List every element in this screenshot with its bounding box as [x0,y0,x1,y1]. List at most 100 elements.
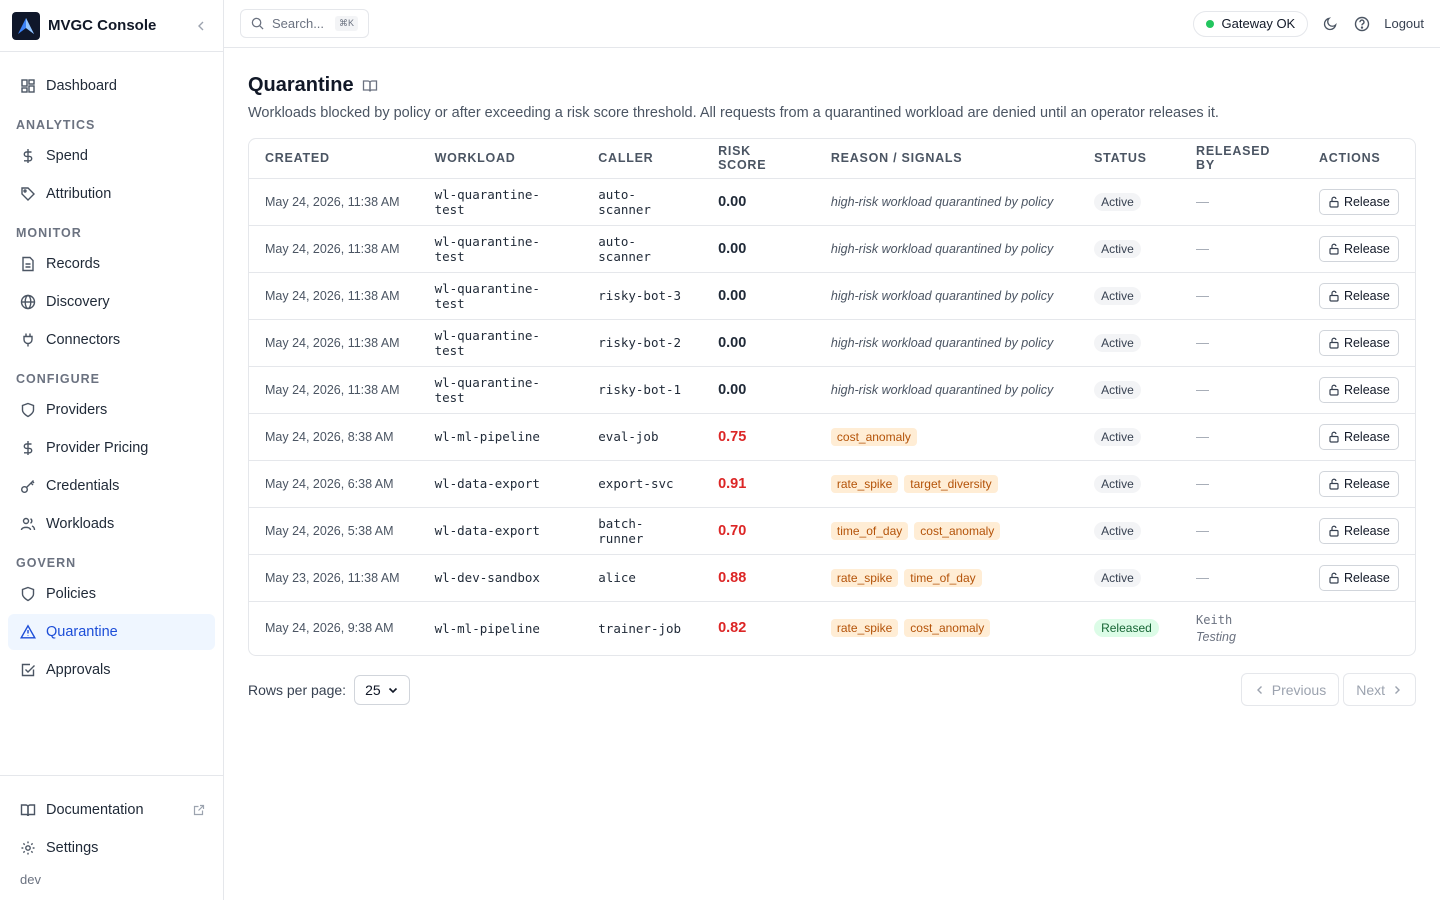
risk-score: 0.00 [718,334,747,351]
sidebar-item-label: Documentation [46,802,144,818]
table-row: May 24, 2026, 6:38 AM wl-data-export expor… [249,460,1415,508]
column-header: ACTIONS [1302,139,1415,179]
reason-cell: rate_spike target_diversity [814,460,1079,508]
sidebar-item-spend[interactable]: Spend [8,138,215,174]
status-dot [1205,19,1214,28]
collapse-sidebar-icon[interactable] [191,16,211,36]
column-header: REASON / SIGNALS [814,139,1079,179]
signal-tag: rate_spike [830,474,899,493]
release-button[interactable]: Release [1318,517,1399,544]
previous-page-button[interactable]: Previous [1240,673,1340,706]
sidebar-item-quarantine[interactable]: Quarantine [8,614,215,650]
workload-cell: wl-data-export [418,507,583,555]
shield-icon [18,584,38,604]
workload-id: wl-quarantine-test [434,186,540,217]
release-button[interactable]: Release [1318,423,1399,450]
rows-per-page-select[interactable]: 25 [354,674,411,705]
sidebar-item-discovery[interactable]: Discovery [8,284,215,320]
caller-cell: batch-runner [582,507,703,555]
release-button[interactable]: Release [1318,188,1399,215]
sidebar-item-provider-pricing[interactable]: Provider Pricing [8,430,215,466]
chevron-right-icon [1391,684,1403,696]
help-circle-icon[interactable] [1352,14,1372,34]
workload-id: wl-quarantine-test [434,280,540,311]
column-header: CALLER [582,139,703,179]
column-header: RISK SCORE [702,139,815,179]
logout-button[interactable]: Logout [1384,16,1424,31]
released-by-empty: — [1196,288,1210,303]
rows-per-page-label: Rows per page: [248,681,347,698]
globe-icon [18,292,38,312]
status-cell: Active [1078,460,1181,508]
risk-score: 0.82 [718,620,747,637]
caller-id: trainer-job [598,620,682,636]
release-button[interactable]: Release [1318,235,1399,262]
sidebar-item-workloads[interactable]: Workloads [8,506,215,542]
gear-icon [18,838,38,858]
reason-text: high-risk workload quarantined by policy [830,383,1054,397]
sidebar-item-label: Workloads [46,516,115,532]
release-button[interactable]: Release [1318,282,1399,309]
reason-text: high-risk workload quarantined by policy [830,242,1054,256]
workload-id: wl-quarantine-test [434,327,540,358]
sidebar-item-label: Connectors [46,332,121,348]
actions-cell: Release [1302,319,1415,367]
risk-score: 0.00 [718,287,747,304]
sidebar-item-records[interactable]: Records [8,246,215,282]
workload-id: wl-quarantine-test [434,374,540,405]
caller-cell: alice [582,554,703,602]
created-date: May 24, 2026, 11:38 AM [265,288,400,303]
released-by-empty: — [1196,476,1210,491]
status-cell: Active [1078,507,1181,555]
release-label: Release [1343,288,1390,303]
status-badge: Active [1094,427,1141,446]
released-by-empty: — [1196,429,1210,444]
release-button[interactable]: Release [1318,376,1399,403]
release-button[interactable]: Release [1318,564,1399,591]
sidebar-item-attribution[interactable]: Attribution [8,176,215,212]
table-row: May 24, 2026, 9:38 AM wl-ml-pipeline train… [249,601,1415,655]
actions-cell: Release [1302,460,1415,508]
caller-id: risky-bot-1 [598,382,682,397]
next-label: Next [1356,681,1385,698]
file-text-icon [18,254,38,274]
workload-id: wl-data-export [434,523,540,538]
reason-cell: high-risk workload quarantined by policy [814,225,1079,273]
table-row: May 24, 2026, 11:38 AM wl-quarantine-test… [249,366,1415,414]
next-page-button[interactable]: Next [1343,673,1416,706]
plug-icon [18,330,38,350]
created-cell: May 24, 2026, 11:38 AM [249,272,419,320]
app-logo [12,11,40,40]
book-open-icon[interactable] [362,78,378,94]
unlock-icon [1328,243,1340,255]
sidebar-item-documentation[interactable]: Documentation [8,792,215,828]
sidebar-item-settings[interactable]: Settings [8,830,215,866]
released-by-empty: — [1196,335,1210,350]
signal-tag: time_of_day [904,568,982,587]
shield-icon [18,400,38,420]
created-date: May 24, 2026, 6:38 AM [265,476,394,491]
moon-icon[interactable] [1320,14,1340,34]
release-button[interactable]: Release [1318,470,1399,497]
status-cell: Active [1078,272,1181,320]
sidebar-item-credentials[interactable]: Credentials [8,468,215,504]
sidebar-item-dashboard[interactable]: Dashboard [8,68,215,104]
actions-cell: Release [1302,272,1415,320]
search-input[interactable]: Search... ⌘K [240,9,369,38]
sidebar-item-connectors[interactable]: Connectors [8,322,215,358]
release-button[interactable]: Release [1318,329,1399,356]
risk-score-cell: 0.00 [702,178,815,226]
status-badge: Active [1094,380,1141,399]
sidebar-item-approvals[interactable]: Approvals [8,652,215,688]
created-date: May 24, 2026, 5:38 AM [265,523,394,538]
sidebar-item-providers[interactable]: Providers [8,392,215,428]
status-badge: Active [1094,333,1141,352]
table-row: May 24, 2026, 8:38 AM wl-ml-pipeline eval-… [249,413,1415,461]
risk-score-cell: 0.70 [702,507,815,555]
released-by-empty: — [1196,194,1210,209]
sidebar-item-policies[interactable]: Policies [8,576,215,612]
workload-cell: wl-ml-pipeline [418,413,583,461]
created-date: May 24, 2026, 9:38 AM [265,621,394,636]
release-label: Release [1343,241,1390,256]
reason-cell: high-risk workload quarantined by policy [814,319,1079,367]
